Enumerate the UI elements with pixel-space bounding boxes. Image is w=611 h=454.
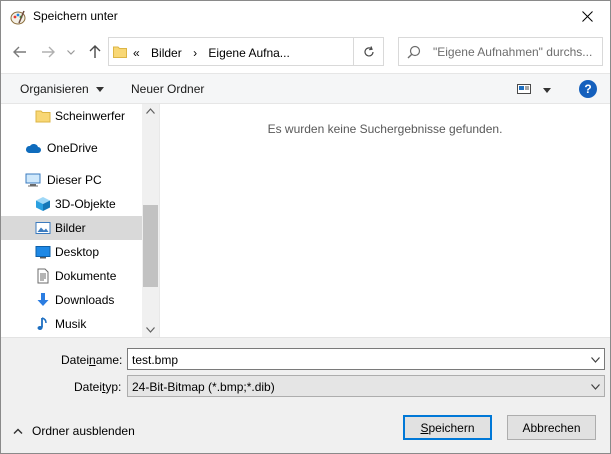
filetype-value: 24-Bit-Bitmap (*.bmp;*.dib) [132,380,275,394]
title-bar: Speichern unter [1,1,610,32]
breadcrumb-item-bilder[interactable]: Bilder [151,46,182,60]
nav-item-label: Downloads [55,293,115,307]
nav-item-label: 3D-Objekte [55,197,116,211]
address-bar[interactable]: « Bilder › Eigene Aufna... [108,37,384,66]
command-bar: Organisieren Neuer Ordner ? [1,73,610,104]
close-icon [581,11,593,22]
nav-item-label: Musik [55,317,87,331]
nav-item-desktop[interactable]: Desktop [1,240,142,264]
view-options-button[interactable] [515,82,555,98]
save-label-part: peichern [428,420,475,435]
paint-app-icon [10,10,26,25]
nav-item-bilder[interactable]: Bilder [1,216,142,240]
scroll-up-icon[interactable] [146,108,155,114]
empty-message: Es wurden keine Suchergebnisse gefunden. [267,122,503,136]
up-button[interactable] [86,42,104,62]
caret-down-icon [543,88,551,93]
search-icon [407,45,421,59]
filetype-label-part: yp: [105,380,122,394]
computer-icon [25,173,41,187]
scroll-thumb[interactable] [143,205,158,287]
hide-folders-button[interactable]: Ordner ausblenden [13,424,135,438]
breadcrumb-overflow[interactable]: « [133,46,140,60]
chevron-down-icon[interactable] [591,357,600,363]
filename-combobox[interactable] [127,348,605,370]
navigation-row: « Bilder › Eigene Aufna... [1,32,610,73]
filetype-select[interactable]: 24-Bit-Bitmap (*.bmp;*.dib) [127,375,605,397]
pictures-icon [35,222,51,234]
filename-label-part: ame: [95,353,123,367]
refresh-icon [363,45,374,56]
filename-label-part: Datei [61,353,90,367]
desktop-icon [35,246,51,259]
nav-item-scheinwerfer[interactable]: Scheinwerfer [1,104,142,128]
save-label-accesskey: S [420,420,429,435]
cloud-icon [25,143,41,153]
music-icon [37,317,47,330]
arrow-left-icon [13,46,26,58]
nav-item-label: Desktop [55,245,100,259]
filename-input[interactable] [132,352,572,367]
save-as-dialog: Speichern unter « Bilder › Eigene Aufna.… [0,0,611,454]
nav-item-downloads[interactable]: Downloads [1,288,142,312]
scroll-down-icon[interactable] [146,327,155,333]
chevron-down-icon [591,384,600,390]
save-button[interactable]: Speichern [403,415,492,440]
file-list[interactable]: Es wurden keine Suchergebnisse gefunden. [160,104,610,337]
breadcrumb-item-eigene-aufnahmen[interactable]: Eigene Aufna... [208,46,289,60]
refresh-button[interactable] [353,38,383,65]
nav-item-label: Dokumente [55,269,117,283]
breadcrumb-separator[interactable]: › [193,46,197,60]
chevron-up-icon [13,428,23,434]
nav-item-3d-objekte[interactable]: 3D-Objekte [1,192,142,216]
cancel-button[interactable]: Abbrechen [507,415,596,440]
organize-label: Organisieren [20,82,89,96]
search-box[interactable] [398,37,603,66]
new-folder-button[interactable]: Neuer Ordner [131,82,204,96]
nav-item-label: Dieser PC [47,173,102,187]
organize-button[interactable]: Organisieren [20,82,105,96]
filetype-label: Dateityp: [74,380,121,394]
filetype-label-part: Datei [74,380,103,394]
view-icon [517,84,531,94]
filename-label-accesskey: n [89,353,96,367]
back-button[interactable] [11,42,29,62]
nav-item-label: Bilder [55,221,86,235]
close-button[interactable] [564,1,610,32]
folder-icon [35,110,51,123]
nav-item-label: OneDrive [47,141,98,155]
nav-item-musik[interactable]: Musik [1,312,142,336]
help-button[interactable]: ? [579,80,597,98]
hide-folders-label: Ordner ausblenden [32,424,135,438]
navigation-pane[interactable]: Scheinwerfer OneDrive Dieser PC 3D-Objek… [1,104,159,337]
caret-down-icon [96,87,105,93]
arrow-up-icon [89,45,101,58]
search-input[interactable] [433,44,599,60]
breadcrumb: « Bilder › Eigene Aufna... [133,46,298,60]
cube-icon [36,197,50,211]
document-icon [37,268,49,284]
nav-scrollbar[interactable] [142,104,159,337]
save-options-panel: Dateiname: Dateityp: 24-Bit-Bitmap (*.bm… [1,337,610,453]
nav-item-label: Scheinwerfer [55,109,126,123]
arrow-right-icon [42,46,55,58]
nav-item-dieser-pc[interactable]: Dieser PC [1,168,142,192]
chevron-down-icon [67,49,75,55]
window-title: Speichern unter [33,9,118,23]
download-icon [37,293,49,306]
forward-button[interactable] [39,42,57,62]
filename-label: Dateiname: [61,353,122,367]
folder-icon [113,46,127,58]
recent-locations-button[interactable] [65,42,77,62]
nav-item-dokumente[interactable]: Dokumente [1,264,142,288]
nav-item-onedrive[interactable]: OneDrive [1,136,142,160]
